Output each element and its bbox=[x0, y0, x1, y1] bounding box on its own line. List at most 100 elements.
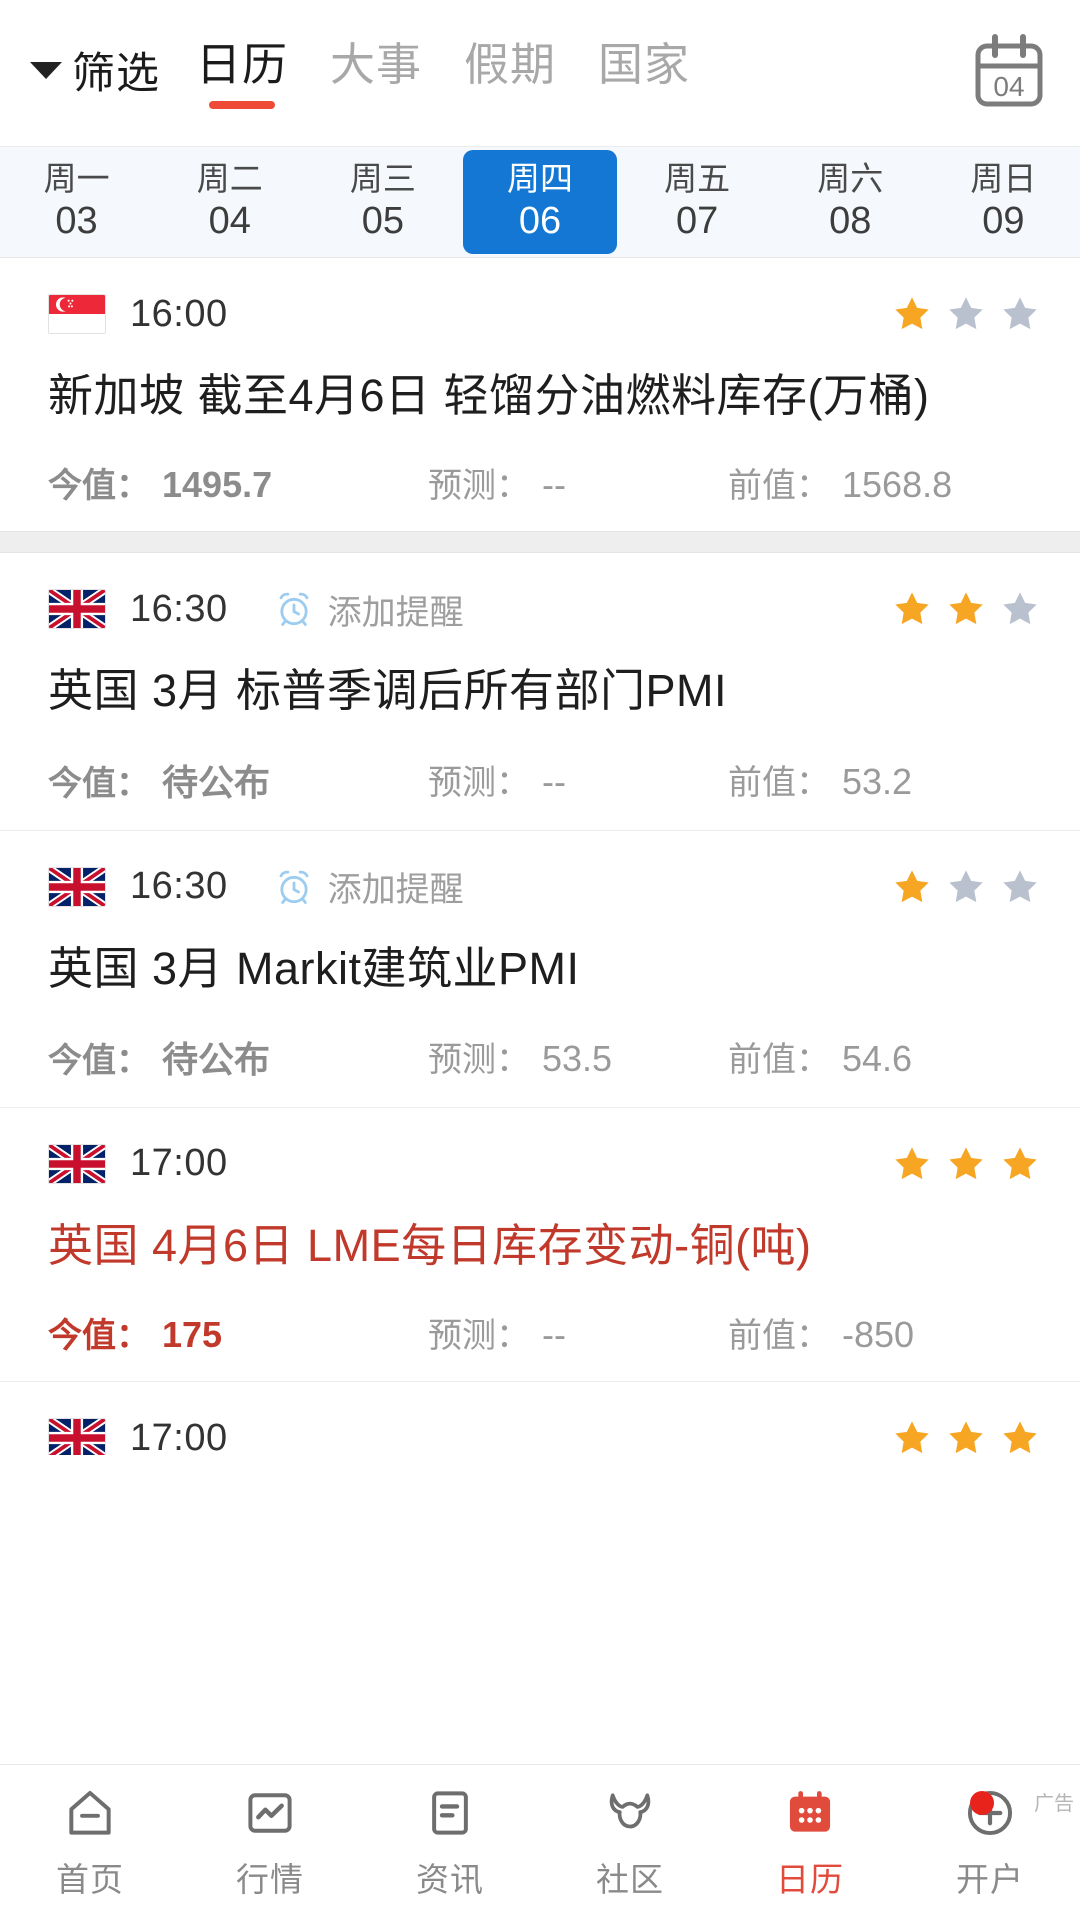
star-icon-filled bbox=[895, 1147, 929, 1179]
filter-label: 筛选 bbox=[72, 50, 160, 98]
nav-label-open-account: 开户 bbox=[956, 1860, 1024, 1898]
event-list[interactable]: 16:00 新加坡 截至4月6日 轻馏分油燃料库存(万桶) 今值： 1495.7… bbox=[0, 258, 1080, 1764]
previous-label: 前值： bbox=[728, 1041, 830, 1080]
uk-flag-icon bbox=[48, 1418, 106, 1455]
event-row-partial[interactable]: 17:00 bbox=[0, 1381, 1080, 1455]
event-row[interactable]: 16:30 添加提醒 bbox=[0, 553, 1080, 830]
date-cell-1[interactable]: 周二 04 bbox=[153, 147, 306, 257]
calendar-icon bbox=[789, 1790, 831, 1832]
singapore-flag-icon bbox=[48, 294, 106, 334]
star-icon-filled bbox=[1003, 1147, 1037, 1179]
star-icon-filled bbox=[895, 592, 929, 625]
tab-events[interactable]: 大事 bbox=[330, 28, 422, 115]
tab-calendar[interactable]: 日历 bbox=[196, 28, 288, 115]
star-icon-filled bbox=[949, 1147, 983, 1179]
bottom-navigation: 首页 行情 资讯 社区 日历 广告 开户 bbox=[0, 1764, 1080, 1920]
actual-label: 今值： bbox=[48, 1041, 150, 1080]
event-header: 17:00 bbox=[48, 1138, 1040, 1190]
date-cell-2[interactable]: 周三 05 bbox=[306, 147, 459, 257]
event-header: 16:00 bbox=[48, 288, 1040, 340]
actual-value: 待公布 bbox=[162, 1038, 271, 1080]
forecast-value: -- bbox=[542, 1314, 566, 1355]
date-cell-5[interactable]: 周六 08 bbox=[774, 147, 927, 257]
calendar-picker-button[interactable]: 04 bbox=[966, 30, 1052, 116]
nav-label-home: 首页 bbox=[56, 1860, 124, 1898]
home-icon bbox=[69, 1790, 111, 1835]
date-dow: 周二 bbox=[196, 159, 263, 197]
chevron-down-icon bbox=[30, 61, 62, 79]
date-cell-4[interactable]: 周五 07 bbox=[621, 147, 774, 257]
actual-value-block: 今值： 1495.7 bbox=[48, 458, 428, 507]
previous-value-block: 前值： 53.2 bbox=[728, 755, 1040, 804]
date-dow: 周一 bbox=[43, 159, 110, 197]
nav-label-quotes: 行情 bbox=[236, 1860, 304, 1898]
event-row[interactable]: 16:00 新加坡 截至4月6日 轻馏分油燃料库存(万桶) 今值： 1495.7… bbox=[0, 258, 1080, 532]
forecast-value-block: 预测： -- bbox=[428, 755, 728, 804]
date-num: 07 bbox=[675, 200, 719, 243]
event-row-highlighted[interactable]: 17:00 英国 4月6日 LME每日库存变动-铜(吨) 今值： 175 预测：… bbox=[0, 1106, 1080, 1381]
date-cell-6[interactable]: 周日 09 bbox=[927, 147, 1080, 257]
importance-stars bbox=[892, 1418, 1040, 1455]
uk-flag-icon bbox=[48, 1143, 106, 1184]
ad-tag-label: 广告 bbox=[1034, 1793, 1074, 1815]
previous-value: 54.6 bbox=[842, 1038, 913, 1080]
actual-value: 1495.7 bbox=[162, 464, 273, 506]
forecast-value: 53.5 bbox=[542, 1038, 613, 1080]
event-row[interactable]: 16:30 添加提醒 bbox=[0, 829, 1080, 1107]
star-icon-empty bbox=[1003, 297, 1037, 330]
importance-stars bbox=[892, 294, 1040, 334]
previous-value: -850 bbox=[842, 1314, 915, 1355]
star-icon-empty bbox=[949, 869, 983, 902]
date-num: 04 bbox=[208, 200, 251, 243]
add-reminder-button[interactable]: 添加提醒 bbox=[274, 585, 464, 634]
actual-value: 待公布 bbox=[162, 761, 271, 803]
previous-label: 前值： bbox=[728, 1317, 830, 1355]
date-num: 06 bbox=[518, 200, 562, 243]
forecast-value-block: 预测： -- bbox=[428, 1308, 728, 1357]
date-num: 03 bbox=[55, 200, 98, 243]
date-dow: 周五 bbox=[664, 159, 731, 197]
calendar-screen: 筛选 日历 大事 假期 国家 04 周一 03 周二 04 周三 05 周四 0… bbox=[0, 0, 1080, 1920]
date-dow: 周六 bbox=[817, 159, 884, 197]
top-bar: 筛选 日历 大事 假期 国家 04 bbox=[0, 0, 1080, 146]
bull-head-icon bbox=[609, 1792, 651, 1828]
news-document-icon bbox=[432, 1790, 468, 1835]
event-values: 今值： 1495.7 预测： -- 前值： 1568.8 bbox=[48, 458, 1040, 507]
notification-badge-dot bbox=[970, 1791, 994, 1815]
uk-flag-icon bbox=[48, 866, 106, 907]
date-cell-0[interactable]: 周一 03 bbox=[0, 147, 153, 257]
forecast-value: -- bbox=[542, 464, 566, 506]
event-time: 16:30 bbox=[130, 587, 228, 630]
previous-label: 前值： bbox=[728, 764, 830, 802]
previous-value-block: 前值： 1568.8 bbox=[728, 458, 1040, 507]
filter-button[interactable]: 筛选 bbox=[30, 39, 160, 107]
add-reminder-button[interactable]: 添加提醒 bbox=[274, 862, 464, 911]
event-values: 今值： 待公布 预测： 53.5 前值： 54.6 bbox=[48, 1031, 1040, 1083]
date-cell-3-selected[interactable]: 周四 06 bbox=[463, 150, 617, 254]
nav-item-quotes[interactable]: 行情 bbox=[180, 1765, 360, 1920]
nav-item-community[interactable]: 社区 bbox=[540, 1765, 720, 1920]
star-icon-filled bbox=[895, 1421, 929, 1454]
actual-value: 175 bbox=[162, 1314, 223, 1355]
star-icon-empty bbox=[1003, 869, 1037, 902]
previous-value: 1568.8 bbox=[842, 464, 953, 506]
nav-item-open-account[interactable]: 广告 开户 bbox=[900, 1765, 1080, 1920]
nav-item-home[interactable]: 首页 bbox=[0, 1765, 180, 1920]
nav-item-calendar[interactable]: 日历 bbox=[720, 1765, 900, 1920]
forecast-value: -- bbox=[542, 761, 566, 802]
tab-holidays[interactable]: 假期 bbox=[464, 28, 556, 115]
previous-value: 53.2 bbox=[842, 761, 913, 802]
date-dow: 周日 bbox=[970, 159, 1037, 197]
star-icon-empty bbox=[949, 297, 983, 330]
chart-square-icon bbox=[248, 1792, 292, 1833]
date-strip[interactable]: 周一 03 周二 04 周三 05 周四 06 周五 07 周六 08 周日 0… bbox=[0, 146, 1080, 258]
tab-countries[interactable]: 国家 bbox=[598, 28, 690, 115]
add-reminder-label: 添加提醒 bbox=[327, 871, 464, 909]
forecast-label: 预测： bbox=[428, 467, 530, 506]
plus-circle-icon bbox=[967, 1790, 1013, 1835]
event-title: 英国 4月6日 LME每日库存变动-铜(吨) bbox=[48, 1219, 812, 1271]
event-title: 英国 3月 Markit建筑业PMI bbox=[48, 942, 580, 994]
add-reminder-label: 添加提醒 bbox=[327, 593, 464, 632]
nav-item-news[interactable]: 资讯 bbox=[360, 1765, 540, 1920]
event-time: 17:00 bbox=[130, 1416, 228, 1456]
